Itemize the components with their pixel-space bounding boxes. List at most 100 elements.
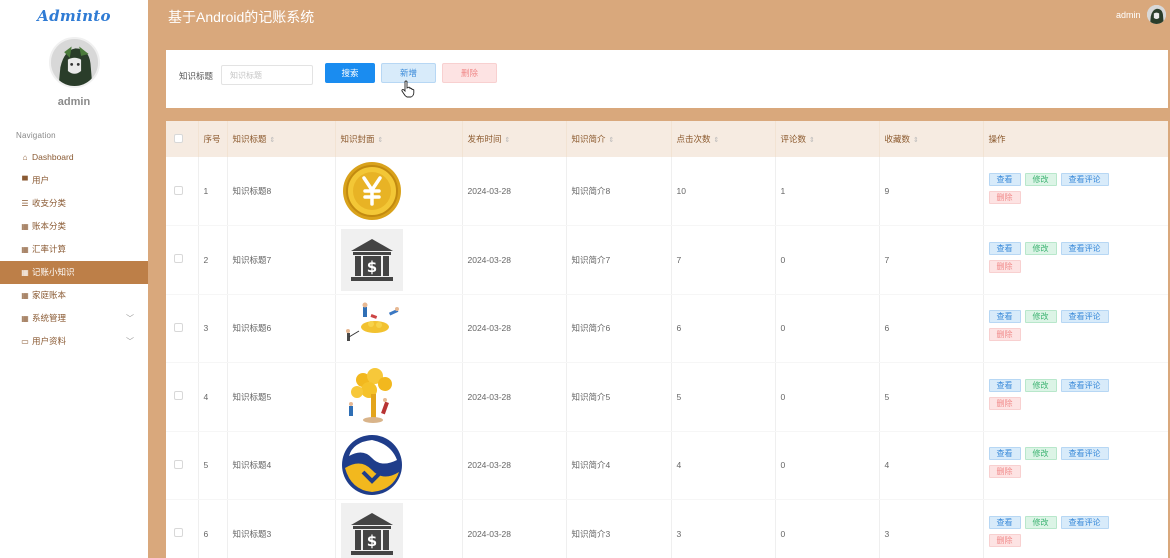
edit-button[interactable]: 修改 [1024,241,1057,255]
edit-button[interactable]: 修改 [1024,173,1057,186]
edit-button[interactable]: 修改 [1024,515,1057,529]
row-checkbox[interactable] [174,459,183,469]
sidebar-item-system-management[interactable]: ▦ 系统管理 ﹀ [0,307,148,330]
sidebar-item-label: 系统管理 [32,313,67,323]
view-button[interactable]: 查看 [988,310,1021,324]
sort-icon: ⇕ [809,137,815,144]
view-button[interactable]: 查看 [988,173,1021,186]
cell-date: 2024-03-28 [462,294,567,363]
view-comments-button[interactable]: 查看评论 [1060,378,1109,392]
search-button[interactable]: 搜索 [325,63,375,83]
edit-button[interactable]: 修改 [1024,447,1057,461]
chevron-down-icon: ﹀ [126,314,134,323]
cell-clicks: 3 [671,499,776,558]
delete-row-button[interactable]: 删除 [988,328,1021,342]
user-name: admin [57,96,91,108]
sidebar-item-user-profile[interactable]: ▭ 用户资料 ﹀ [0,330,148,353]
delete-row-button[interactable]: 删除 [988,465,1021,479]
delete-row-button[interactable]: 删除 [988,396,1021,410]
knowledge-table: 序号 知识标题 ⇕ 知识封面 ⇕ 发布时间 ⇕ 知识简介 ⇕ 点击次数 ⇕ 评论数 ⇕ 收藏… [166,121,1168,558]
cell-date: 2024-03-28 [462,499,567,558]
table-row: 2 知识标题7 $2024-03-28 知识简介7 7 0 7 查看 修改 查看评论 删除 [166,225,1168,295]
row-select-cell[interactable] [166,225,199,295]
row-checkbox[interactable] [174,528,183,538]
delete-row-button[interactable]: 删除 [988,259,1021,273]
cell-no: 3 [198,294,228,363]
cell-actions: 查看 修改 查看评论删除 [983,499,1168,558]
calendar-icon: ▭ [21,337,29,346]
row-select-cell[interactable] [166,362,199,432]
row-checkbox[interactable] [174,322,183,332]
sidebar-item-label: 家庭账本 [32,290,67,300]
view-button[interactable]: 查看 [988,515,1021,529]
cell-intro: 知识简介8 [566,157,672,226]
cell-actions: 查看 修改 查看评论删除 [983,225,1168,295]
column-header[interactable]: 知识标题 ⇕ [227,121,336,157]
view-comments-button[interactable]: 查看评论 [1060,310,1109,324]
row-checkbox[interactable] [174,391,183,401]
cell-no: 1 [198,157,228,226]
sidebar-item-ledger-category[interactable]: ▦ 账本分类 [0,215,148,238]
edit-button[interactable]: 修改 [1024,378,1057,392]
delete-row-button[interactable]: 删除 [988,533,1021,547]
row-select-cell[interactable] [166,294,199,363]
header-avatar[interactable] [1147,5,1166,24]
cell-title: 知识标题8 [227,157,336,226]
sidebar-item-label: 记账小知识 [32,267,75,277]
search-input[interactable] [221,65,313,85]
column-header[interactable]: 点击次数 ⇕ [671,121,776,157]
view-button[interactable]: 查看 [988,241,1021,255]
sidebar-item-exchange-rate[interactable]: ▦ 汇率计算 [0,238,148,261]
sidebar-item-label: 收支分类 [32,198,67,208]
cell-favorites: 9 [879,157,984,226]
view-comments-button[interactable]: 查看评论 [1060,447,1109,461]
cell-title: 知识标题5 [227,362,336,432]
column-header[interactable]: 评论数 ⇕ [775,121,880,157]
row-select-cell[interactable] [166,499,199,558]
view-comments-button[interactable]: 查看评论 [1060,515,1109,529]
row-select-cell[interactable] [166,431,199,500]
cell-comments: 0 [775,431,880,500]
row-checkbox[interactable] [174,185,183,195]
column-header[interactable]: 知识封面 ⇕ [335,121,463,157]
cell-favorites: 4 [879,431,984,500]
sidebar-item-dashboard[interactable]: ⌂ Dashboard [0,146,148,169]
sidebar-item-label: 用户 [32,175,50,185]
select-all-cell[interactable] [166,121,199,157]
delete-row-button[interactable]: 删除 [988,191,1021,204]
cell-title: 知识标题7 [227,225,336,295]
cell-title: 知识标题6 [227,294,336,363]
view-comments-button[interactable]: 查看评论 [1060,241,1109,255]
avatar[interactable] [49,37,100,88]
cell-date: 2024-03-28 [462,362,567,432]
sidebar-item-income-expense-category[interactable]: ☰ 收支分类 [0,192,148,215]
select-all-checkbox[interactable] [174,133,183,143]
cell-actions: 查看 修改 查看评论删除 [983,294,1168,363]
delete-button[interactable]: 删除 [442,63,497,83]
svg-text:$: $ [366,258,376,276]
user-icon: ▀ [22,176,28,185]
column-header[interactable]: 知识简介 ⇕ [566,121,672,157]
header-username[interactable]: admin [1116,10,1141,20]
data-table-panel: 序号 知识标题 ⇕ 知识封面 ⇕ 发布时间 ⇕ 知识简介 ⇕ 点击次数 ⇕ 评论数 ⇕ 收藏… [166,121,1168,558]
column-header[interactable]: 发布时间 ⇕ [462,121,567,157]
row-select-cell[interactable] [166,157,199,226]
cell-no: 5 [198,431,228,500]
sidebar-item-accounting-tips[interactable]: ▦ 记账小知识 [0,261,148,284]
sidebar-item-users[interactable]: ▀ 用户 [0,169,148,192]
cell-cover [335,431,463,500]
sort-icon: ⇕ [504,137,511,144]
sort-icon: ⇕ [269,137,276,144]
view-button[interactable]: 查看 [988,378,1021,392]
view-button[interactable]: 查看 [988,447,1021,461]
cell-clicks: 10 [671,157,776,226]
row-checkbox[interactable] [174,254,183,264]
app-logo[interactable]: Adminto [0,7,148,25]
sort-icon: ⇕ [377,137,384,144]
cell-comments: 0 [775,225,880,295]
edit-button[interactable]: 修改 [1024,310,1057,324]
column-header[interactable]: 收藏数 ⇕ [879,121,984,157]
view-comments-button[interactable]: 查看评论 [1060,173,1109,186]
sidebar-item-family-ledger[interactable]: ▦ 家庭账本 [0,284,148,307]
table-row: 1 知识标题8 2024-03-28 知识简介8 10 1 9 查看 修改 查看评论 删除 [166,157,1168,226]
